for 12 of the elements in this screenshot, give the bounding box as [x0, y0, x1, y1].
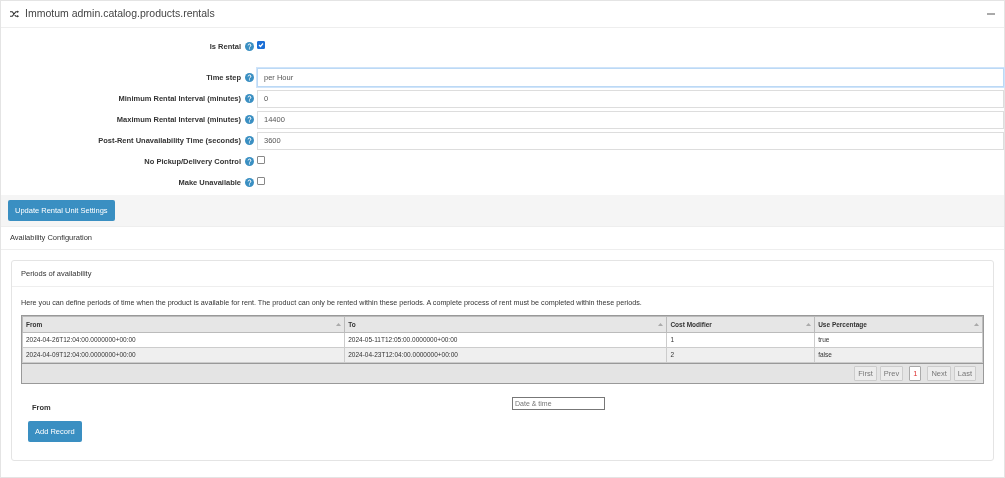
shuffle-icon	[10, 10, 19, 18]
help-icon[interactable]	[245, 42, 254, 51]
help-icon[interactable]	[245, 136, 254, 145]
checkbox[interactable]	[257, 40, 265, 49]
help-icon[interactable]	[245, 157, 254, 166]
help-icon[interactable]	[245, 73, 254, 82]
panel-title: Immotum admin.catalog.products.rentals	[25, 6, 215, 22]
help-icon[interactable]	[245, 94, 254, 103]
checkbox[interactable]	[257, 176, 265, 185]
help-icon[interactable]	[245, 115, 254, 124]
help-icon[interactable]	[245, 178, 254, 187]
checkbox[interactable]	[257, 155, 265, 164]
